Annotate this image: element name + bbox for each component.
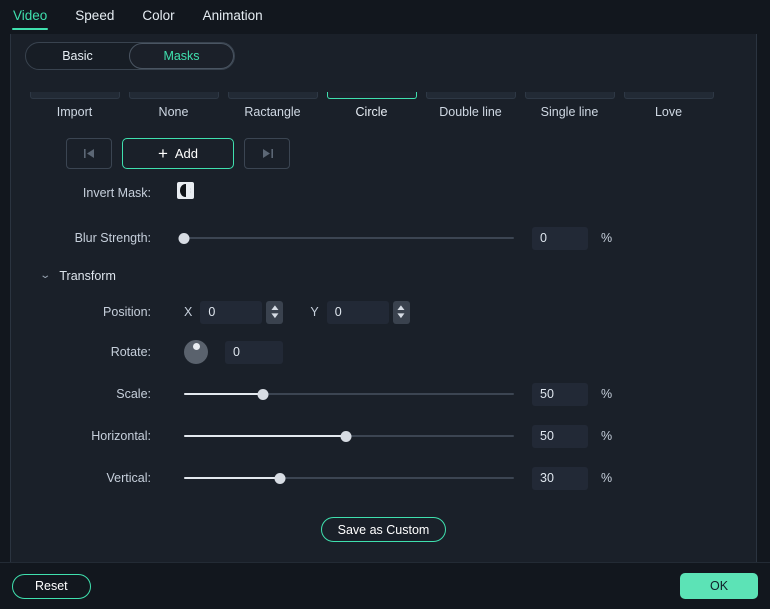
slider-fill	[184, 435, 346, 437]
invert-mask-label: Invert Mask:	[82, 186, 151, 200]
footer-bar: Reset OK	[0, 562, 770, 609]
save-as-custom-button[interactable]: Save as Custom	[320, 517, 447, 542]
invert-mask-toggle[interactable]	[177, 182, 194, 204]
mask-preset-label: Love	[654, 105, 683, 119]
mask-thumbnail	[623, 92, 714, 99]
tab-color[interactable]: Color	[141, 3, 175, 32]
mask-thumbnail	[326, 92, 417, 99]
add-button-label: Add	[174, 146, 199, 161]
slider-knob[interactable]	[178, 232, 190, 244]
next-keyframe-button[interactable]	[244, 138, 290, 169]
panel-body: + Add Invert Mask: Blur Strength: 0 % ⌄ …	[11, 120, 756, 542]
horizontal-row: Horizontal: 50 %	[11, 415, 756, 457]
rotation-dial-icon[interactable]	[184, 340, 208, 364]
position-label: Position:	[103, 305, 151, 319]
rotate-label: Rotate:	[110, 345, 151, 359]
skip-previous-icon	[83, 149, 94, 158]
slider-knob[interactable]	[274, 472, 286, 484]
scale-row: Scale: 50 %	[11, 373, 756, 415]
tab-animation[interactable]: Animation	[202, 3, 264, 32]
invert-contrast-icon	[177, 182, 194, 199]
blur-strength-label: Blur Strength:	[74, 231, 151, 245]
vertical-label: Vertical:	[106, 471, 151, 485]
mask-preset-label: None	[158, 105, 189, 119]
mask-preset-label: Single line	[540, 105, 599, 119]
mask-thumbnail	[425, 92, 516, 99]
save-as-custom-wrap: Save as Custom	[11, 499, 756, 542]
horizontal-value[interactable]: 50	[532, 424, 588, 448]
position-x-stepper[interactable]: ▲ ▼	[266, 300, 284, 324]
chevron-down-icon: ▼	[268, 311, 281, 320]
transform-section-title: Transform	[59, 269, 116, 283]
slider-track	[184, 237, 514, 239]
chevron-down-icon: ▼	[395, 311, 408, 320]
mask-preset-label: Double line	[439, 105, 502, 119]
mask-thumbnail	[29, 92, 120, 99]
mask-preset-strip[interactable]: Import None Ractangle Circle Double line…	[11, 76, 756, 120]
position-y-stepper[interactable]: ▲ ▼	[392, 300, 410, 324]
vertical-row: Vertical: 30 %	[11, 457, 756, 499]
position-x-axis-label: X	[184, 305, 193, 319]
invert-mask-row: Invert Mask:	[11, 169, 756, 217]
mask-preset-label: Circle	[355, 105, 388, 119]
previous-keyframe-button[interactable]	[66, 138, 112, 169]
mask-preset-rectangle[interactable]: Ractangle	[223, 92, 322, 120]
slider-knob[interactable]	[340, 430, 352, 442]
horizontal-unit: %	[601, 429, 613, 443]
mask-preset-label: Ractangle	[244, 105, 301, 119]
chevron-down-icon: ⌄	[39, 270, 52, 281]
mask-preset-love[interactable]: Love	[619, 92, 718, 120]
mode-segmented-control-wrap: Basic Masks	[11, 34, 756, 76]
rotate-value[interactable]: 0	[225, 340, 283, 364]
mask-thumbnail	[128, 92, 219, 99]
transform-section-header[interactable]: ⌄ Transform	[11, 259, 756, 293]
position-y-group: Y 0 ▲ ▼	[310, 300, 410, 324]
slider-knob[interactable]	[257, 388, 269, 400]
ok-button[interactable]: OK	[680, 573, 758, 599]
position-x-group: X 0 ▲ ▼	[184, 300, 284, 324]
slider-fill	[184, 477, 280, 479]
plus-icon: +	[157, 144, 168, 163]
blur-strength-unit: %	[601, 231, 613, 245]
blur-strength-slider[interactable]	[178, 230, 514, 246]
blur-strength-value[interactable]: 0	[532, 226, 588, 250]
scale-label: Scale:	[116, 387, 151, 401]
scale-value[interactable]: 50	[532, 382, 588, 406]
vertical-unit: %	[601, 471, 613, 485]
position-row: Position: X 0 ▲ ▼ Y 0 ▲ ▼	[11, 293, 756, 331]
slider-fill	[184, 393, 264, 395]
segment-masks[interactable]: Masks	[129, 43, 234, 69]
mask-preset-label: Import	[56, 105, 93, 119]
horizontal-label: Horizontal:	[91, 429, 151, 443]
mask-thumbnail	[524, 92, 615, 99]
rotate-row: Rotate: 0	[11, 331, 756, 373]
top-tab-bar: Video Speed Color Animation	[0, 0, 770, 34]
mask-preset-single-line[interactable]: Single line	[520, 92, 619, 120]
mask-preset-none[interactable]: None	[124, 92, 223, 120]
mask-preset-double-line[interactable]: Double line	[421, 92, 520, 120]
mask-preset-import[interactable]: Import	[25, 92, 124, 120]
position-x-input[interactable]: 0	[200, 300, 263, 324]
horizontal-slider[interactable]	[184, 428, 514, 444]
position-y-axis-label: Y	[310, 305, 319, 319]
tab-speed[interactable]: Speed	[74, 3, 115, 32]
add-mask-button[interactable]: + Add	[122, 138, 234, 169]
keyframe-button-row: + Add	[11, 126, 756, 169]
segment-basic[interactable]: Basic	[26, 43, 129, 69]
skip-next-icon	[262, 149, 273, 158]
mask-preset-circle[interactable]: Circle	[322, 92, 421, 120]
scale-slider[interactable]	[184, 386, 514, 402]
mode-segmented-control: Basic Masks	[25, 42, 235, 70]
tab-video[interactable]: Video	[12, 3, 49, 32]
mask-thumbnail	[227, 92, 318, 99]
position-y-input[interactable]: 0	[326, 300, 389, 324]
vertical-value[interactable]: 30	[532, 466, 588, 490]
vertical-slider[interactable]	[184, 470, 514, 486]
blur-strength-row: Blur Strength: 0 %	[11, 217, 756, 259]
scale-unit: %	[601, 387, 613, 401]
reset-button[interactable]: Reset	[12, 573, 91, 599]
video-properties-panel: Basic Masks Import None Ractangle Circle…	[10, 34, 757, 562]
